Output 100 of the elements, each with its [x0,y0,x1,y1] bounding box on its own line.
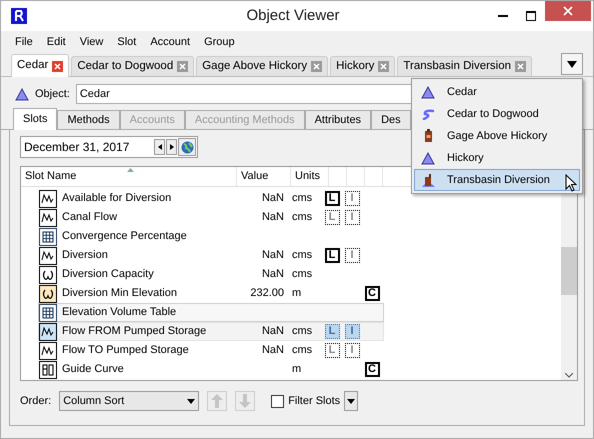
slot-units: cms [292,210,312,226]
slot-value: NaN [262,343,284,358]
menu-item[interactable]: Gage Above Hickory [414,125,580,147]
flag-badge: C [364,286,380,301]
slot-name: Convergence Percentage [62,229,188,244]
tab[interactable]: Cedar to Dogwood [71,56,194,76]
column-header[interactable]: Value [237,167,291,186]
squiggle-icon [420,108,436,120]
column-header[interactable]: Slot Name [21,167,237,186]
graph-icon [39,342,57,360]
menu-item[interactable]: Cedar to Dogwood [414,103,580,125]
column-header[interactable]: Units [291,167,329,186]
order-dropdown[interactable]: Column Sort [59,391,200,411]
flag-badge: I [344,191,360,206]
menu-item[interactable]: Slot [111,34,142,50]
menu-item[interactable]: Account [144,34,196,50]
close-icon[interactable] [311,61,322,72]
tab[interactable]: Slots [13,108,58,130]
slot-name: Canal Flow [62,210,118,226]
graph-icon [39,190,57,208]
flag-badge: I [344,343,360,358]
slot-value: 232.00 [250,286,284,302]
tab[interactable]: Gage Above Hickory [196,56,328,76]
omega-icon [39,266,57,284]
flag-badge: I [344,324,360,339]
close-button[interactable] [545,1,591,21]
tab[interactable]: Hickory [330,56,396,76]
flag-badge: I [344,248,360,263]
flag-badge: C [364,362,380,377]
flag-badge: L [324,191,340,206]
structure-icon [420,172,436,188]
app-logo-icon [11,8,27,24]
slot-value: NaN [262,210,284,226]
table-icon [39,228,57,246]
slot-value: NaN [262,191,284,206]
caret-icon [567,60,577,68]
slot-name: Diversion Capacity [62,267,155,282]
caret-icon [187,398,196,404]
slot-name: Diversion [62,248,109,264]
slot-value: NaN [262,324,284,340]
menu-item[interactable]: Edit [40,34,72,50]
graph-icon [39,246,57,264]
slot-value: NaN [262,248,284,264]
slot-name: Flow TO Pumped Storage [62,343,190,358]
triangle-icon [421,152,435,164]
menu-item[interactable]: Transbasin Diversion [414,169,580,191]
close-icon [563,6,573,16]
menu-item[interactable]: Group [198,34,241,50]
filter-menu-button[interactable] [344,391,358,411]
slot-name: Diversion Min Elevation [62,286,178,302]
flag-badge: L [324,248,340,263]
down-arrow-icon [239,394,252,408]
menu-item[interactable]: File [9,34,39,50]
caret-icon [347,398,356,404]
slot-units: cms [292,191,312,206]
slot-units: cms [292,343,312,358]
flag-badge: L [324,343,340,358]
maximize-icon [526,11,536,21]
slot-units: cms [292,248,312,264]
up-arrow-icon [211,394,224,408]
mouse-cursor-icon [565,174,577,193]
slot-name: Available for Diversion [62,191,172,206]
minimize-icon [498,14,508,18]
slot-units: m [292,362,302,378]
filter-label: Filter Slots [288,394,340,409]
triangle-icon [421,86,435,98]
tab[interactable]: Attributes [304,110,372,129]
scroll-down-icon [565,373,573,378]
close-icon[interactable] [515,61,526,72]
slot-units: cms [292,267,312,282]
menu-item[interactable]: View [74,34,110,50]
tab[interactable]: Methods [57,110,120,129]
table-row[interactable]: Flow FROM Pumped Storage NaN cms L I [38,322,384,341]
tab[interactable]: Cedar [11,54,70,77]
close-icon[interactable] [378,61,390,72]
triangle-icon [15,88,29,100]
grid-icon [39,360,57,378]
order-label: Order: [20,394,52,409]
tab-list-button[interactable] [561,53,583,75]
flag-badge: L [324,324,340,339]
table-icon [39,304,57,322]
table-row[interactable]: Elevation Volume Table [38,303,384,322]
slot-name: Guide Curve [62,362,125,378]
tab[interactable]: Transbasin Diversion [397,56,532,76]
slot-units: m [292,286,302,302]
menu-item[interactable]: Hickory [414,147,580,169]
graph-icon [39,208,57,226]
flag-badge: L [324,210,340,225]
flag-badge: I [344,210,360,225]
graph-icon [39,322,57,340]
close-icon[interactable] [177,61,188,72]
gage-icon [424,129,432,143]
close-icon[interactable] [52,60,64,72]
slot-name: Flow FROM Pumped Storage [62,324,208,340]
filter-checkbox[interactable] [271,394,284,408]
omega-icon [39,284,57,302]
tab[interactable]: Des [371,110,411,129]
slot-value: NaN [262,267,284,282]
window-title: Object Viewer [245,6,341,26]
slot-units: cms [292,324,312,340]
